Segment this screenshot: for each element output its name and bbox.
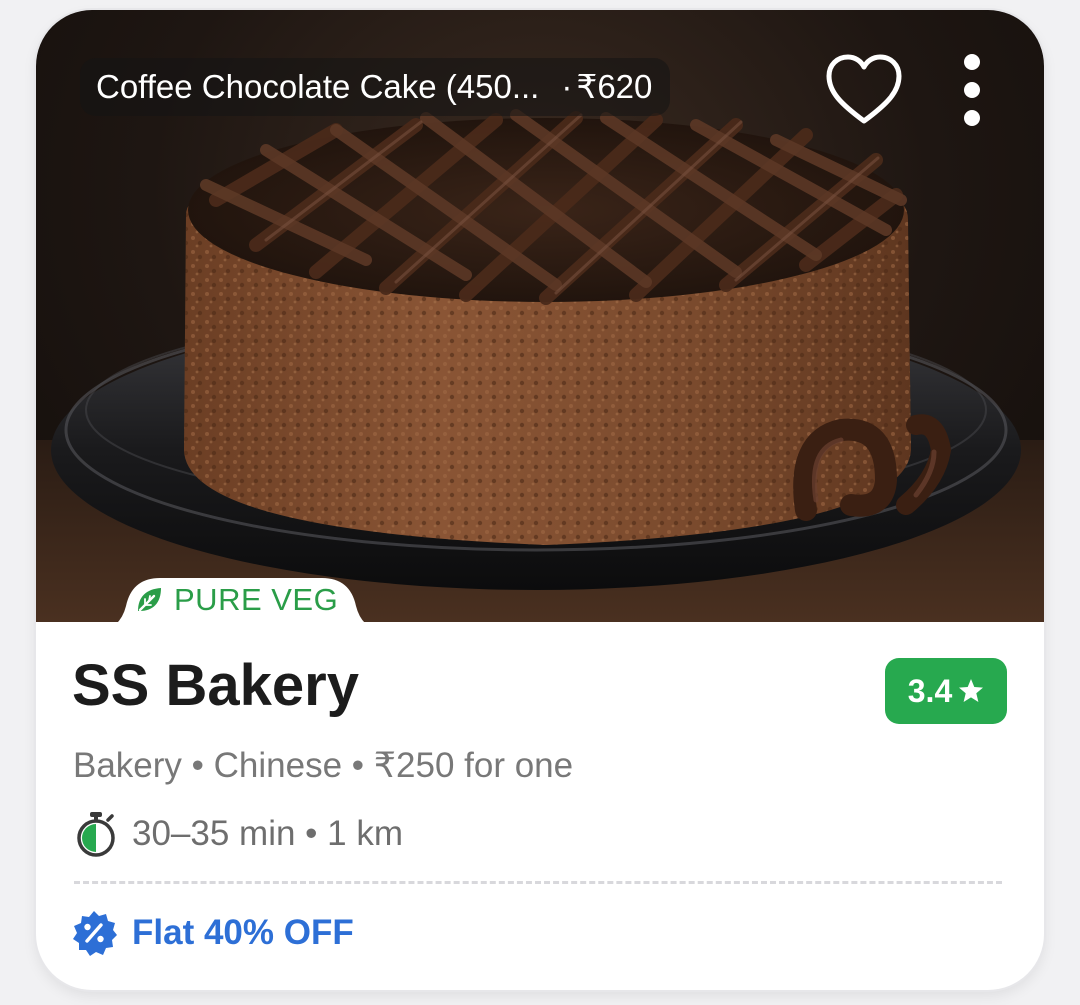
delivery-info: 30–35 min • 1 km [74,810,403,858]
restaurant-card[interactable]: Coffee Chocolate Cake (450... · ₹620 PUR… [36,10,1044,990]
star-icon [959,679,984,702]
eta-text: 30–35 min • 1 km [132,814,403,853]
dashed-divider [74,881,1002,884]
heart-icon [826,54,902,124]
item-price: ₹620 [576,68,653,105]
rating-badge: 3.4 [885,658,1007,724]
timer-icon [77,812,115,857]
discount-badge-icon [73,911,117,956]
rating-value: 3.4 [907,672,953,709]
offer-banner[interactable]: Flat 40% OFF [70,909,354,957]
more-options-button[interactable] [950,52,994,128]
restaurant-name[interactable]: SS Bakery [72,652,359,719]
cuisine-and-cost: Bakery • Chinese • ₹250 for one [73,746,574,785]
hero-image[interactable]: Coffee Chocolate Cake (450... · ₹620 [36,10,1044,622]
title-separator: · [561,68,573,105]
offer-label: Flat 40% OFF [132,913,354,952]
favorite-button[interactable] [821,48,907,134]
item-title-pill[interactable]: Coffee Chocolate Cake (450... · ₹620 [80,58,671,116]
item-title: Coffee Chocolate Cake (450... [96,68,540,105]
pure-veg-badge: PURE VEG [96,572,386,632]
leaf-icon [138,588,161,612]
more-vertical-icon [964,54,980,126]
veg-label: PURE VEG [174,582,339,617]
